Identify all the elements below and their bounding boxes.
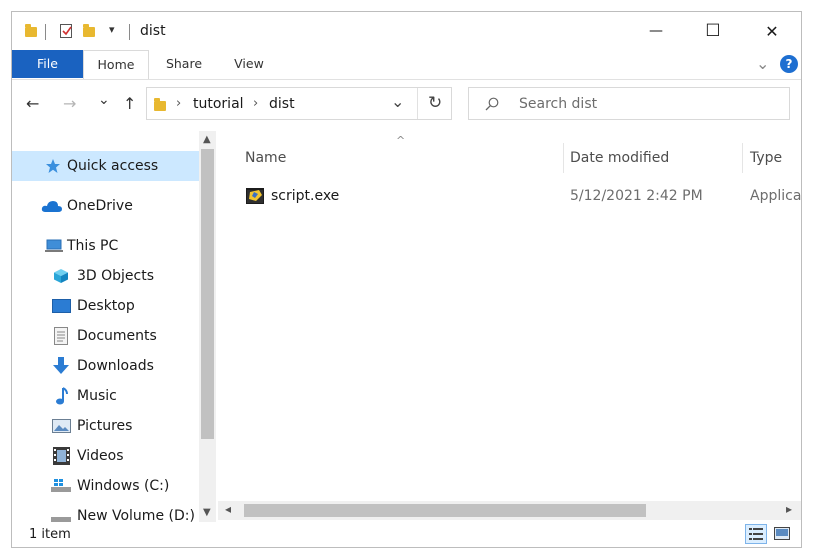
ribbon-tabs: File Home Share View ⌄ ? (12, 50, 801, 80)
nav-item-onedrive[interactable]: OneDrive (12, 191, 199, 221)
nav-item-3d-objects[interactable]: 3D Objects (12, 261, 199, 291)
nav-label-downloads: Downloads (77, 358, 154, 374)
large-icons-view-button[interactable] (772, 524, 794, 544)
pc-icon (45, 239, 63, 252)
breadcrumb-tutorial[interactable]: tutorial (193, 96, 244, 112)
quick-access-star-icon (46, 159, 60, 173)
breadcrumb-separator: › (253, 96, 259, 111)
drive-icon (51, 479, 71, 492)
sort-ascending-indicator: ^ (396, 134, 406, 147)
scroll-up-arrow-icon[interactable]: ▲ (203, 134, 211, 145)
tab-file[interactable]: File (12, 50, 83, 78)
file-type: Applicat (750, 188, 801, 204)
pictures-icon (52, 419, 71, 433)
new-folder-icon[interactable] (83, 24, 95, 37)
desktop-icon (52, 299, 71, 313)
nav-label-windows-c: Windows (C:) (77, 478, 170, 494)
scrollbar-thumb[interactable] (201, 149, 214, 439)
scroll-down-arrow-icon[interactable]: ▼ (203, 507, 211, 518)
title-separator (129, 24, 130, 40)
onedrive-cloud-icon (41, 201, 62, 212)
address-dropdown-button[interactable]: ⌄ (391, 92, 404, 111)
minimize-button[interactable]: — (633, 12, 679, 50)
nav-label-new-volume-d: New Volume (D:) (77, 508, 195, 522)
qat-dropdown[interactable]: ▾ (109, 23, 115, 36)
breadcrumb-separator: › (176, 96, 182, 111)
nav-item-downloads[interactable]: Downloads (12, 351, 199, 381)
qat-separator (45, 24, 46, 40)
nav-label-3d-objects: 3D Objects (77, 268, 155, 284)
address-folder-icon (154, 98, 166, 111)
nav-item-quick-access[interactable]: Quick access (12, 151, 199, 181)
tab-home[interactable]: Home (83, 50, 149, 79)
item-count: 1 item (29, 527, 71, 542)
scroll-right-arrow-icon[interactable]: ▸ (786, 502, 792, 516)
nav-item-documents[interactable]: Documents (12, 321, 199, 351)
recent-locations-button[interactable]: ⌄ (98, 92, 110, 108)
downloads-icon (53, 357, 69, 374)
details-view-icon (749, 528, 763, 540)
column-divider[interactable] (742, 143, 743, 173)
breadcrumb-dist[interactable]: dist (269, 96, 295, 112)
address-bar[interactable]: › tutorial › dist ⌄ ↻ (146, 87, 452, 120)
scrollbar-thumb[interactable] (244, 504, 646, 517)
help-icon[interactable]: ? (780, 55, 798, 73)
nav-label-desktop: Desktop (77, 298, 135, 314)
details-view-button[interactable] (745, 524, 767, 544)
file-list: ^ Name Date modified Type script.exe 5/1… (218, 131, 801, 522)
content-horizontal-scrollbar[interactable]: ◂ ▸ (218, 501, 801, 520)
nav-label-this-pc: This PC (67, 238, 119, 254)
documents-icon (54, 327, 68, 345)
nav-label-quick-access: Quick access (67, 158, 159, 174)
window-title: dist (140, 23, 166, 39)
navigation-bar: ← → ⌄ ↑ › tutorial › dist ⌄ ↻ Search dis… (12, 80, 801, 124)
column-header-type[interactable]: Type (750, 150, 782, 166)
file-name: script.exe (271, 188, 340, 204)
refresh-button[interactable]: ↻ (428, 93, 442, 113)
column-divider[interactable] (563, 143, 564, 173)
music-icon (56, 387, 68, 405)
3d-objects-icon (54, 269, 68, 283)
navigation-pane: Quick access OneDrive This PC 3D Objects (12, 131, 217, 522)
search-input[interactable]: Search dist (519, 96, 597, 112)
nav-label-videos: Videos (77, 448, 124, 464)
exe-icon (246, 188, 264, 204)
nav-label-music: Music (77, 388, 117, 404)
nav-item-pictures[interactable]: Pictures (12, 411, 199, 441)
nav-label-pictures: Pictures (77, 418, 133, 434)
column-header-name[interactable]: Name (245, 150, 286, 166)
ribbon-expand-chevron-icon[interactable]: ⌄ (756, 54, 769, 73)
nav-item-new-volume-d[interactable]: New Volume (D:) (12, 501, 199, 522)
nav-item-videos[interactable]: Videos (12, 441, 199, 471)
back-button[interactable]: ← (26, 94, 39, 113)
checkmark-icon[interactable] (60, 24, 72, 38)
maximize-button[interactable]: ☐ (690, 12, 736, 50)
file-row[interactable]: script.exe 5/12/2021 2:42 PM Applicat (218, 181, 801, 211)
forward-button[interactable]: → (63, 94, 76, 113)
large-icons-view-icon (774, 527, 790, 540)
nav-label-onedrive: OneDrive (67, 198, 133, 214)
file-date-modified: 5/12/2021 2:42 PM (570, 188, 703, 204)
status-bar: 1 item (12, 522, 801, 547)
tab-view[interactable]: View (226, 50, 272, 78)
search-box[interactable]: Search dist (468, 87, 790, 120)
explorer-window: ▾ dist — ☐ ✕ File Home Share View ⌄ ? ← … (11, 11, 802, 548)
close-button[interactable]: ✕ (749, 12, 795, 50)
nav-item-this-pc[interactable]: This PC (12, 231, 199, 261)
nav-item-desktop[interactable]: Desktop (12, 291, 199, 321)
address-divider (417, 88, 418, 119)
search-icon (485, 97, 499, 111)
videos-icon (53, 447, 70, 465)
navpane-vertical-scrollbar[interactable]: ▲ ▼ (199, 131, 216, 522)
up-button[interactable]: ↑ (123, 94, 136, 113)
nav-item-music[interactable]: Music (12, 381, 199, 411)
nav-label-documents: Documents (77, 328, 157, 344)
nav-item-windows-c[interactable]: Windows (C:) (12, 471, 199, 501)
column-header-date-modified[interactable]: Date modified (570, 150, 669, 166)
folder-icon (25, 24, 37, 37)
drive-icon (51, 517, 71, 522)
title-bar: ▾ dist — ☐ ✕ (12, 12, 801, 50)
scroll-left-arrow-icon[interactable]: ◂ (225, 502, 231, 516)
tab-share[interactable]: Share (162, 50, 206, 78)
